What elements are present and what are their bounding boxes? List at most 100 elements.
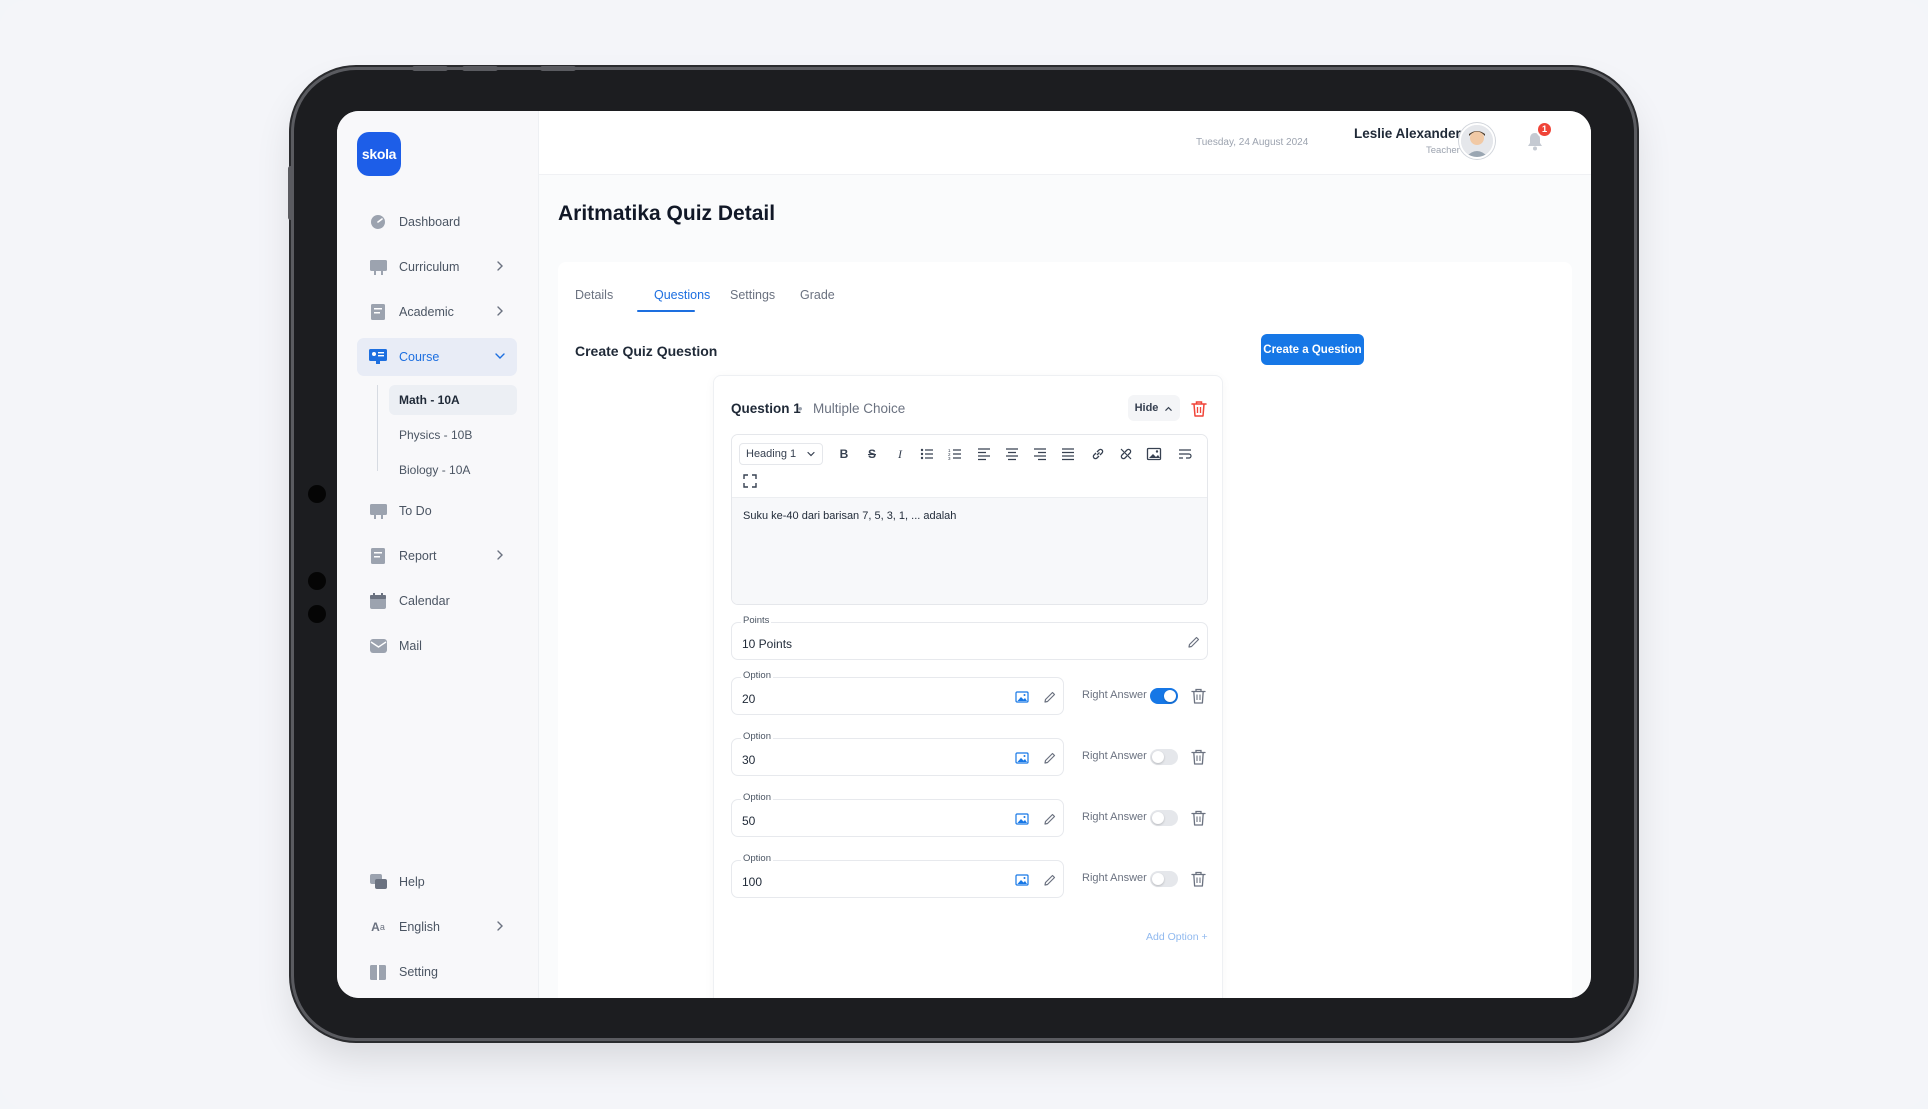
- option-value: 100: [742, 875, 763, 889]
- sidebar-item-label: Mail: [399, 639, 422, 653]
- points-field[interactable]: Points 10 Points: [731, 615, 1208, 660]
- tab-settings[interactable]: Settings: [730, 288, 775, 302]
- logo[interactable]: skola: [357, 132, 401, 176]
- pencil-icon[interactable]: [1043, 873, 1057, 887]
- right-answer-toggle-3[interactable]: [1150, 810, 1178, 826]
- italic-icon[interactable]: I: [892, 446, 908, 462]
- right-answer-toggle-1[interactable]: [1150, 688, 1178, 704]
- sidebar-item-language[interactable]: Aa English: [357, 908, 517, 946]
- toggle-knob: [1164, 690, 1176, 702]
- pencil-icon[interactable]: [1043, 690, 1057, 704]
- tab-grade[interactable]: Grade: [800, 288, 835, 302]
- wrap-text-icon[interactable]: [1177, 446, 1193, 462]
- option-field-3[interactable]: Option 50: [731, 792, 1064, 837]
- delete-question-icon[interactable]: [1191, 400, 1207, 417]
- image-icon[interactable]: [1015, 690, 1029, 704]
- trash-icon[interactable]: [1191, 688, 1206, 704]
- hide-label: Hide: [1134, 402, 1159, 414]
- align-right-icon[interactable]: [1032, 446, 1048, 462]
- help-icon: [369, 874, 387, 890]
- trash-icon[interactable]: [1191, 871, 1206, 887]
- editor-content[interactable]: Suku ke-40 dari barisan 7, 5, 3, 1, ... …: [732, 498, 1207, 604]
- create-question-button[interactable]: Create a Question: [1261, 334, 1364, 365]
- image-icon[interactable]: [1015, 812, 1029, 826]
- sidebar-item-course[interactable]: Course: [357, 338, 517, 376]
- add-option-link[interactable]: Add Option +: [1146, 931, 1208, 943]
- unlink-icon[interactable]: [1118, 446, 1134, 462]
- image-icon[interactable]: [1015, 751, 1029, 765]
- clear-format-icon[interactable]: [1205, 446, 1208, 462]
- trash-icon[interactable]: [1191, 749, 1206, 765]
- pencil-icon[interactable]: [1187, 635, 1201, 649]
- course-icon: [369, 349, 387, 365]
- volume-button: [412, 66, 448, 71]
- sidebar-subitem-biology-10a[interactable]: Biology - 10A: [389, 455, 517, 485]
- sidebar-item-calendar[interactable]: Calendar: [357, 582, 517, 620]
- pencil-icon[interactable]: [1043, 751, 1057, 765]
- heading-select[interactable]: Heading 1: [739, 443, 823, 465]
- app-screen: skola Dashboard Curriculum Academic Cour…: [337, 111, 1591, 998]
- main-content: Aritmatika Quiz Detail Details Questions…: [539, 175, 1591, 998]
- bullet-list-icon[interactable]: [919, 446, 935, 462]
- tab-details[interactable]: Details: [575, 288, 613, 302]
- question-separator: •: [798, 401, 803, 416]
- sidebar-item-help[interactable]: Help: [357, 863, 517, 901]
- numbered-list-icon[interactable]: 123: [947, 446, 963, 462]
- trash-icon[interactable]: [1191, 810, 1206, 826]
- option-label: Option: [741, 853, 773, 864]
- right-answer-toggle-2[interactable]: [1150, 749, 1178, 765]
- tab-questions[interactable]: Questions: [654, 288, 710, 302]
- sidebar-item-report[interactable]: Report: [357, 537, 517, 575]
- todo-icon: [369, 503, 387, 519]
- sidebar-item-mail[interactable]: Mail: [357, 627, 517, 665]
- option-field-2[interactable]: Option 30: [731, 731, 1064, 776]
- sidebar-item-dashboard[interactable]: Dashboard: [357, 203, 517, 241]
- hide-button[interactable]: Hide: [1128, 395, 1180, 421]
- image-icon[interactable]: [1146, 446, 1162, 462]
- align-justify-icon[interactable]: [1060, 446, 1076, 462]
- align-center-icon[interactable]: [1004, 446, 1020, 462]
- sidebar-subitem-physics-10b[interactable]: Physics - 10B: [389, 420, 517, 450]
- link-icon[interactable]: [1090, 446, 1106, 462]
- side-button: [288, 166, 293, 220]
- chevron-right-icon: [497, 261, 503, 271]
- user-avatar-icon: [1461, 125, 1493, 157]
- sidebar-item-label: Course: [399, 350, 440, 364]
- active-tab-indicator: [637, 310, 695, 312]
- camera-dot: [308, 605, 326, 623]
- sidebar-item-label: Help: [399, 875, 425, 889]
- option-value: 30: [742, 753, 756, 767]
- option-field-1[interactable]: Option 20: [731, 670, 1064, 715]
- align-left-icon[interactable]: [976, 446, 992, 462]
- image-icon[interactable]: [1015, 873, 1029, 887]
- strikethrough-icon[interactable]: S: [864, 446, 880, 462]
- chevron-down-icon: [807, 451, 815, 457]
- right-answer-label: Right Answer: [1082, 811, 1147, 823]
- pencil-icon[interactable]: [1043, 812, 1057, 826]
- sidebar-item-label: Calendar: [399, 594, 450, 608]
- sidebar-subitem-math-10a[interactable]: Math - 10A: [389, 385, 517, 415]
- curriculum-icon: [369, 259, 387, 275]
- sidebar-item-todo[interactable]: To Do: [357, 492, 517, 530]
- avatar[interactable]: [1459, 123, 1495, 159]
- option-value: 20: [742, 692, 756, 706]
- sidebar-item-curriculum[interactable]: Curriculum: [357, 248, 517, 286]
- svg-text:3: 3: [948, 456, 951, 461]
- chevron-up-icon: [1165, 406, 1173, 411]
- sidebar-item-academic[interactable]: Academic: [357, 293, 517, 331]
- fullscreen-icon[interactable]: [742, 473, 758, 489]
- power-button: [540, 66, 576, 71]
- option-label: Option: [741, 731, 773, 742]
- chevron-right-icon: [497, 921, 503, 931]
- current-date: Tuesday, 24 August 2024: [1196, 137, 1309, 148]
- camera-dot: [308, 572, 326, 590]
- right-answer-toggle-4[interactable]: [1150, 871, 1178, 887]
- points-value: 10 Points: [742, 637, 793, 651]
- sidebar-item-label: Curriculum: [399, 260, 460, 274]
- option-field-4[interactable]: Option 100: [731, 853, 1064, 898]
- sidebar-item-setting[interactable]: Setting: [357, 953, 517, 991]
- bold-icon[interactable]: B: [836, 446, 852, 462]
- notification-badge: 1: [1536, 121, 1553, 138]
- user-role: Teacher: [1426, 145, 1460, 156]
- language-icon: Aa: [371, 920, 385, 934]
